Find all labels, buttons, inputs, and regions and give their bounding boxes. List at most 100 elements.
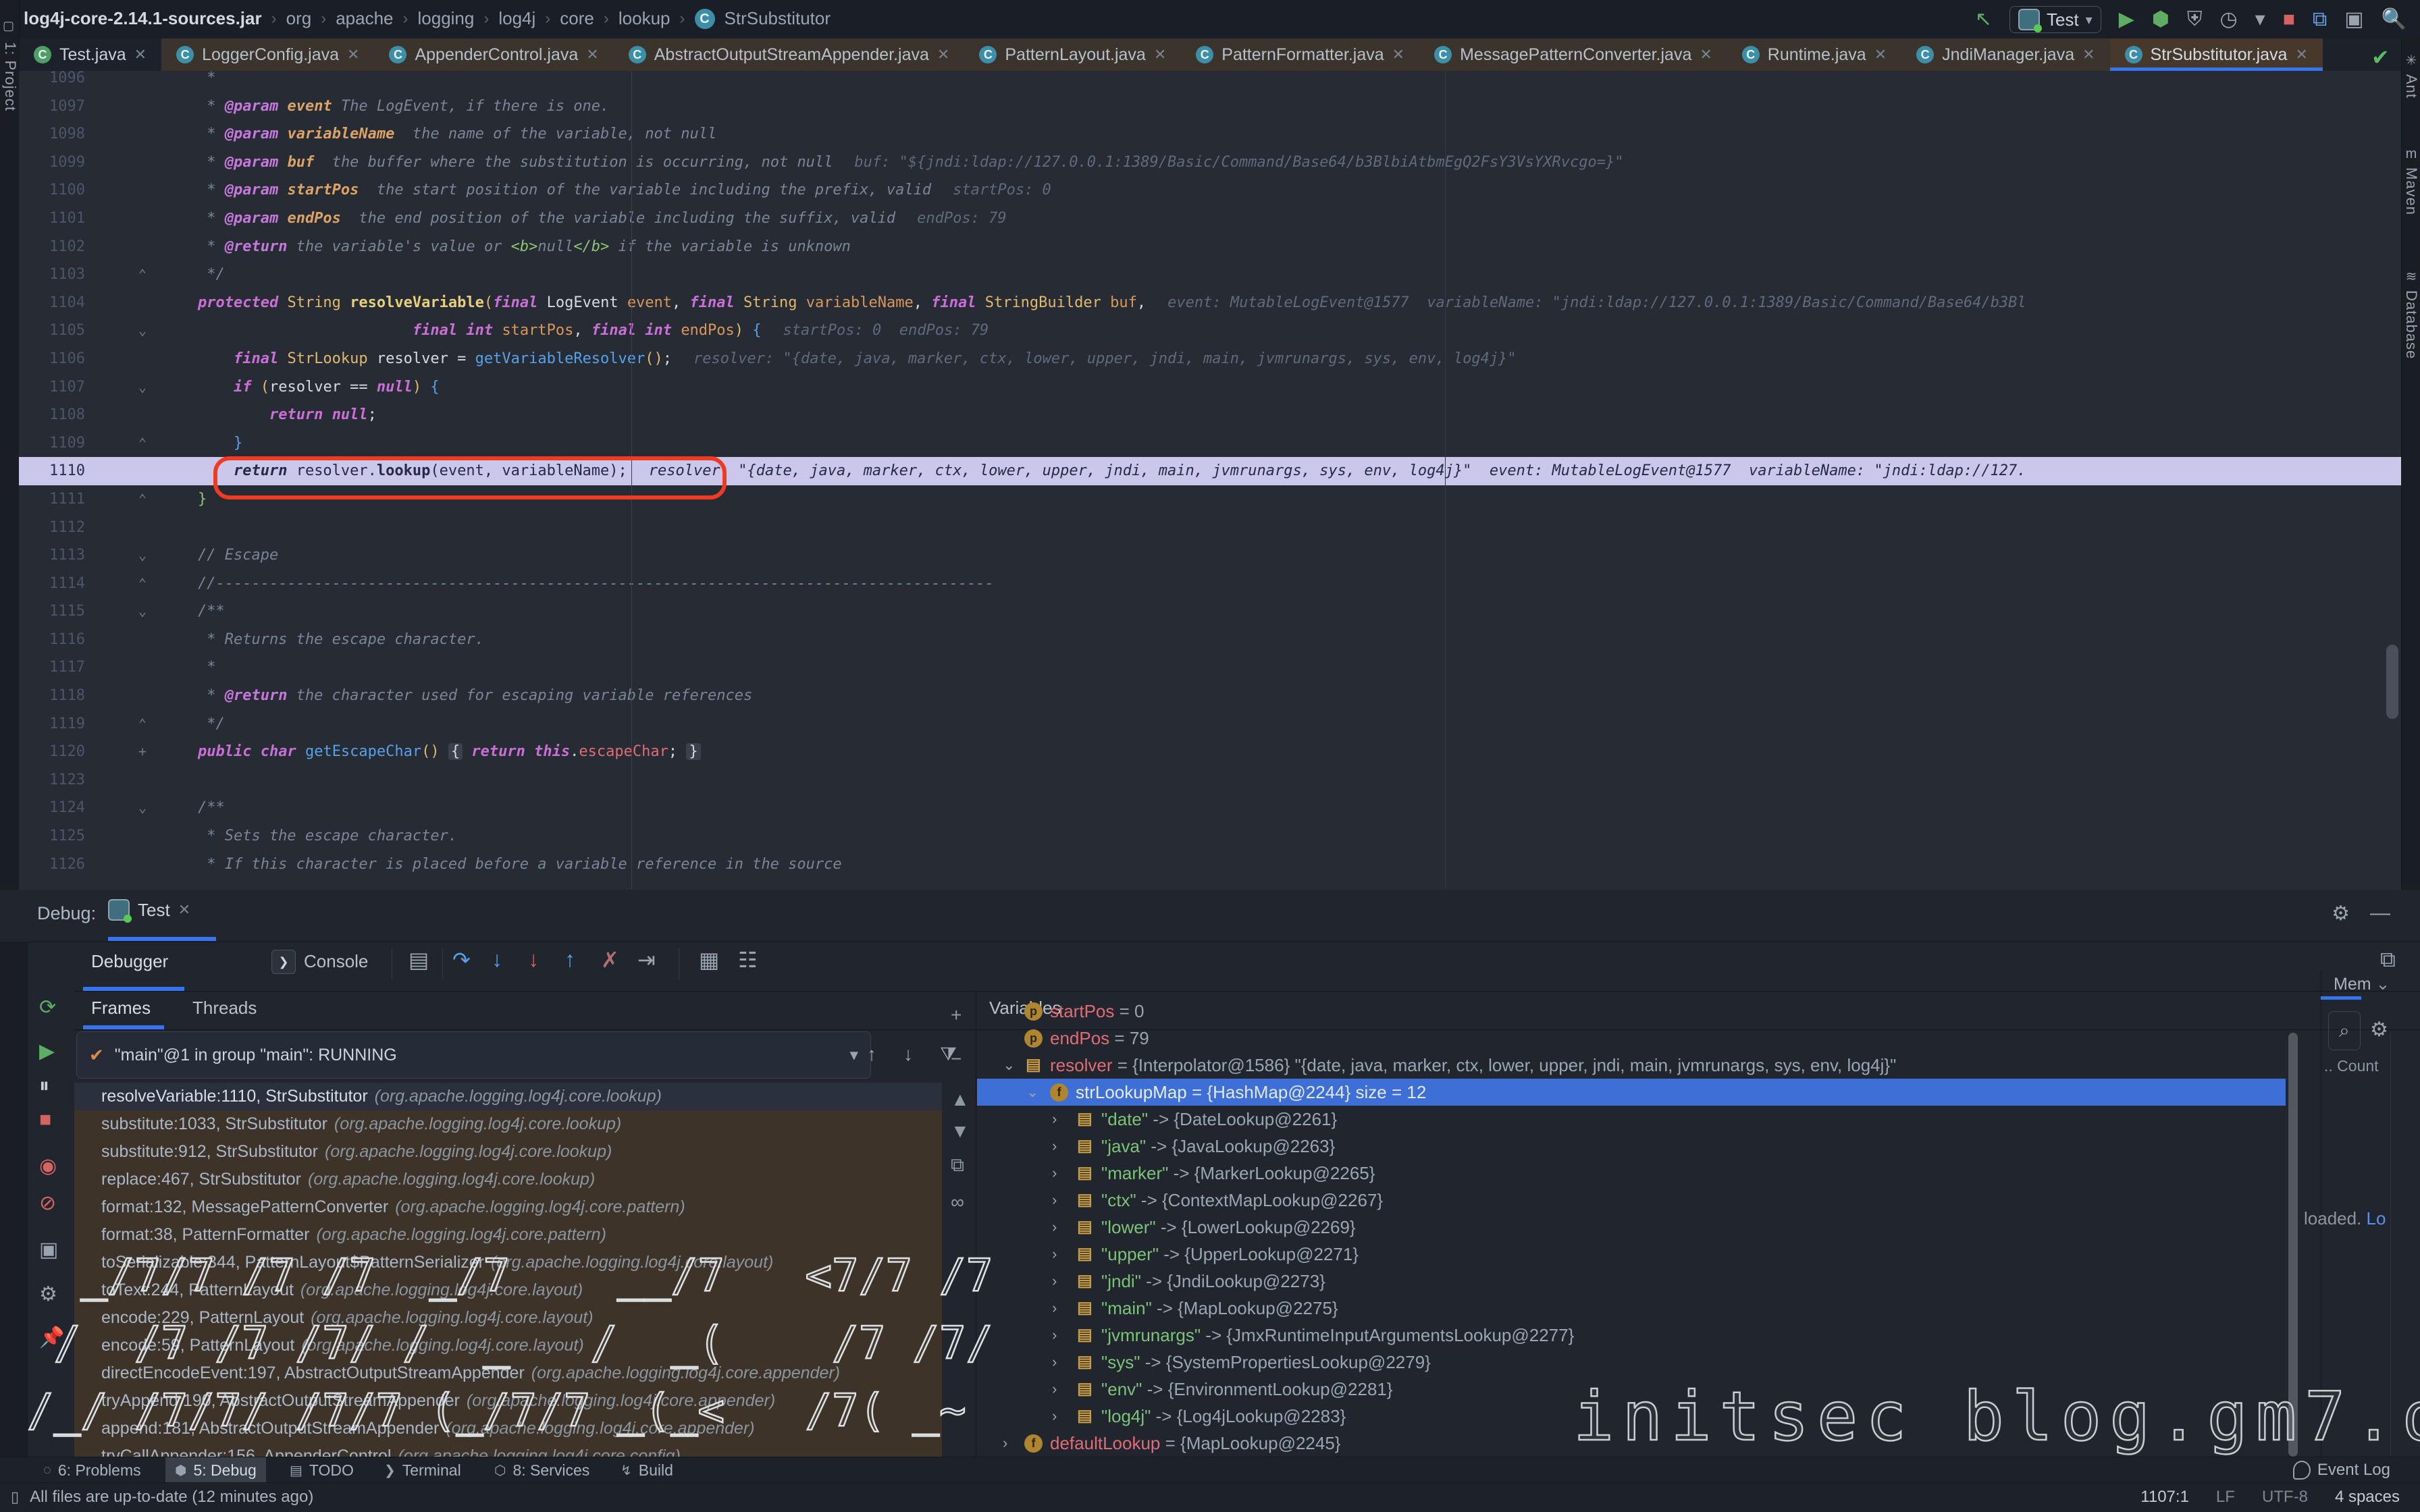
fold-marker-icon[interactable]: ⌄: [132, 373, 153, 402]
editor-tab[interactable]: CAppenderControl.java✕: [374, 38, 613, 71]
variable-row[interactable]: ⌄fstrLookupMap = {HashMap@2244} size = 1…: [977, 1079, 2286, 1106]
profiler-icon[interactable]: ◷: [2219, 4, 2237, 35]
code-line[interactable]: 1104 protected String resolveVariable(fi…: [19, 289, 2401, 317]
drop-frame-icon[interactable]: ✗: [601, 947, 619, 973]
chevron-icon[interactable]: ›: [1052, 1214, 1057, 1241]
stack-frame-row[interactable]: append:181, AbstractOutputStreamAppender…: [74, 1415, 942, 1442]
evaluate-icon[interactable]: ∞: [951, 1191, 964, 1213]
editor-tab[interactable]: CRuntime.java✕: [1727, 38, 1901, 71]
chevron-icon[interactable]: ›: [1052, 1322, 1057, 1349]
toolwindow-button-6-problems[interactable]: ◌6: Problems: [34, 1457, 151, 1483]
stack-frame-row[interactable]: format:132, MessagePatternConverter(org.…: [74, 1193, 942, 1221]
debug-bug-icon[interactable]: ⬢: [2152, 4, 2169, 35]
toolwindow-button-build[interactable]: ↯Build: [611, 1457, 683, 1483]
gear-icon[interactable]: ⚙: [2370, 1018, 2388, 1042]
variable-row[interactable]: ›▤"lower" -> {LowerLookup@2269}: [977, 1214, 2286, 1241]
stripe-item-database[interactable]: ≋Database: [2402, 268, 2420, 359]
chevron-icon[interactable]: ⌄: [1003, 1052, 1015, 1079]
tab-console[interactable]: Console: [304, 951, 368, 972]
close-icon[interactable]: ✕: [347, 46, 359, 63]
code-line[interactable]: 1107⌄ if (resolver == null) {: [19, 373, 2401, 402]
move-up-icon[interactable]: ▲: [951, 1089, 970, 1110]
fold-marker-icon[interactable]: ⌃: [132, 710, 153, 738]
code-line[interactable]: 1112: [19, 514, 2401, 542]
memory-tab-label[interactable]: Mem ⌄: [2334, 974, 2390, 994]
variable-row[interactable]: ›▤"ctx" -> {ContextMapLookup@2267}: [977, 1187, 2286, 1214]
editor-tab[interactable]: CStrSubstitutor.java✕: [2110, 38, 2323, 71]
close-icon[interactable]: ✕: [178, 901, 190, 919]
run-configuration-select[interactable]: Test ▾: [2009, 6, 2101, 33]
fold-marker-icon[interactable]: ⌃: [132, 429, 153, 458]
code-line[interactable]: 1100 * @param startPos the start positio…: [19, 176, 2401, 205]
layout-settings-icon[interactable]: ☷: [738, 947, 758, 973]
settings-icon[interactable]: ⚙: [39, 1282, 57, 1306]
chevron-icon[interactable]: ›: [1052, 1268, 1057, 1295]
chevron-icon[interactable]: ›: [1052, 1241, 1057, 1268]
stop-icon[interactable]: ■: [2283, 4, 2295, 35]
stack-frame-row[interactable]: encode:229, PatternLayout(org.apache.log…: [74, 1304, 942, 1332]
variable-row[interactable]: ⌄▤resolver = {Interpolator@1586} "{date,…: [977, 1052, 2286, 1079]
variable-row[interactable]: ›fdefaultLookup = {MapLookup@2245}: [977, 1430, 2286, 1457]
breadcrumb-segment[interactable]: apache: [336, 8, 393, 29]
editor-scrollbar[interactable]: [2386, 645, 2398, 719]
code-line[interactable]: 1102 * @return the variable's value or <…: [19, 233, 2401, 261]
code-line[interactable]: 1125 * Sets the escape character.: [19, 822, 2401, 850]
stack-frame-row[interactable]: directEncodeEvent:197, AbstractOutputStr…: [74, 1359, 942, 1387]
breadcrumb-jar[interactable]: log4j-core-2.14.1-sources.jar: [24, 8, 262, 29]
tab-frames[interactable]: Frames: [91, 998, 151, 1019]
breadcrumb[interactable]: log4j-core-2.14.1-sources.jar›org›apache…: [24, 8, 831, 29]
chevron-icon[interactable]: ›: [1052, 1160, 1057, 1187]
thread-dump-icon[interactable]: ▣: [39, 1238, 58, 1262]
gear-icon[interactable]: ⚙: [2332, 902, 2350, 925]
run-to-cursor-icon[interactable]: ⇥: [637, 947, 656, 973]
code-line[interactable]: 1114⌃ //--------------------------------…: [19, 570, 2401, 598]
debug-session-tab[interactable]: Test ✕: [108, 899, 190, 921]
close-icon[interactable]: ✕: [1392, 46, 1404, 63]
variable-row[interactable]: ›▤"main" -> {MapLookup@2275}: [977, 1295, 2286, 1322]
chevron-icon[interactable]: ›: [1052, 1349, 1057, 1376]
indent-style[interactable]: 4 spaces: [2335, 1488, 2400, 1507]
chevron-icon[interactable]: ›: [1052, 1106, 1057, 1133]
step-out-icon[interactable]: ↑: [564, 947, 575, 972]
editor-tab[interactable]: CPatternFormatter.java✕: [1181, 38, 1419, 71]
profiler-dropdown-icon[interactable]: ▾: [2255, 4, 2265, 35]
chevron-icon[interactable]: ›: [1003, 1430, 1007, 1457]
variable-row[interactable]: ›▤"date" -> {DateLookup@2261}: [977, 1106, 2286, 1133]
variable-row[interactable]: ›▤"upper" -> {UpperLookup@2271}: [977, 1241, 2286, 1268]
resume-icon[interactable]: ▶: [39, 1040, 55, 1063]
variable-row[interactable]: ›▤"env" -> {EnvironmentLookup@2281}: [977, 1376, 2286, 1403]
editor-tab[interactable]: CAbstractOutputStreamAppender.java✕: [614, 38, 965, 71]
fold-marker-icon[interactable]: ⌃: [132, 570, 153, 598]
close-icon[interactable]: ✕: [1154, 46, 1166, 63]
breadcrumb-segment[interactable]: logging: [418, 8, 475, 29]
toolwindow-button-5-debug[interactable]: ⬢5: Debug: [165, 1457, 266, 1483]
close-icon[interactable]: ✕: [586, 46, 598, 63]
breadcrumb-segment[interactable]: log4j: [498, 8, 535, 29]
chevron-icon[interactable]: ›: [1052, 1403, 1057, 1430]
close-icon[interactable]: ✕: [1874, 46, 1887, 63]
code-line[interactable]: 1101 * @param endPos the end position of…: [19, 205, 2401, 233]
stack-frame-row[interactable]: encode:59, PatternLayout(org.apache.logg…: [74, 1332, 942, 1359]
event-log-button[interactable]: Event Log: [2293, 1457, 2390, 1483]
remove-watch-icon[interactable]: −: [951, 1048, 962, 1070]
line-separator[interactable]: LF: [2216, 1488, 2235, 1507]
code-line[interactable]: 1117 *: [19, 653, 2401, 682]
view-breakpoints-icon[interactable]: ◉: [39, 1154, 57, 1178]
search-everywhere-icon[interactable]: 🔍: [2382, 4, 2406, 35]
duplicate-icon[interactable]: ⧉: [951, 1154, 964, 1177]
variable-row[interactable]: ›▤"jndi" -> {JndiLookup@2273}: [977, 1268, 2286, 1295]
code-line[interactable]: 1115⌄ /**: [19, 597, 2401, 626]
step-over-icon[interactable]: ↷: [452, 947, 471, 973]
breadcrumb-segment[interactable]: org: [286, 8, 312, 29]
terminal-run-icon[interactable]: ▣: [2344, 4, 2363, 35]
force-step-into-icon[interactable]: ↓: [528, 947, 539, 972]
code-line[interactable]: 1119⌃ */: [19, 710, 2401, 738]
layout-icon[interactable]: ▤: [409, 947, 429, 973]
stack-frame-row[interactable]: resolveVariable:1110, StrSubstitutor(org…: [74, 1083, 942, 1110]
variable-row[interactable]: ›▤"log4j" -> {Log4jLookup@2283}: [977, 1403, 2286, 1430]
add-watch-icon[interactable]: +: [951, 1004, 962, 1026]
tab-debugger[interactable]: Debugger: [91, 951, 168, 972]
coverage-icon[interactable]: ⛨: [2187, 4, 2203, 35]
stack-frame-row[interactable]: substitute:912, StrSubstitutor(org.apach…: [74, 1138, 942, 1166]
move-frame-up-icon[interactable]: ↑: [867, 1044, 876, 1065]
